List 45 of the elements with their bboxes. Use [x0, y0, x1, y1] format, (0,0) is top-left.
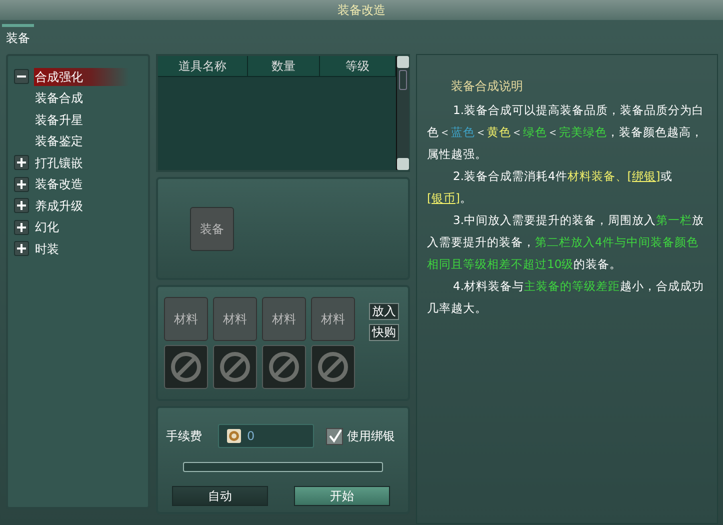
tree-item[interactable]: 装备合成 [34, 89, 87, 108]
tab[interactable]: 装备 [2, 24, 34, 50]
tree-item[interactable]: 养成升级 [34, 196, 87, 215]
locked-slot-icon [164, 345, 208, 389]
checkbox[interactable] [326, 428, 343, 444]
window-title: 装备改造 [338, 2, 386, 19]
column-header: 道具名称 [158, 56, 248, 76]
material-slot[interactable]: 材料 [213, 297, 257, 341]
coin-icon [227, 429, 241, 443]
tree-item[interactable]: 打孔镶嵌 [34, 154, 87, 172]
scrollbar[interactable] [396, 56, 409, 170]
locked-slot-icon [262, 345, 306, 389]
expand-icon[interactable] [14, 155, 29, 170]
material-slot[interactable]: 材料 [311, 297, 355, 341]
checkbox-label: 使用绑银 [347, 428, 395, 445]
expand-icon[interactable] [14, 176, 29, 192]
expand-icon[interactable] [14, 241, 29, 256]
description-paragraph: 3.中间放入需要提升的装备，周围放入第一栏放入需要提升的装备，第二栏放入4件与中间装备颜色相同且等级相差不超过10级的装备。 [427, 212, 705, 273]
column-header: 数量 [248, 56, 320, 76]
fee-label: 手续费 [166, 428, 202, 445]
description-paragraph: 4.材料装备与主装备的等级差距越小，合成成功几率越大。 [427, 278, 705, 317]
tree-item[interactable]: 装备升星 [34, 110, 87, 129]
locked-slot-icon [311, 345, 355, 389]
collapse-icon[interactable] [14, 69, 29, 84]
description-paragraph: 1.装备合成可以提高装备品质，装备品质分为白色＜蓝色＜黄色＜绿色＜完美绿色，装备颜色越高，属性越强。 [427, 102, 705, 163]
auto-button[interactable]: 自动 [172, 486, 268, 506]
tree-item[interactable]: 合成强化 [34, 68, 129, 86]
description-paragraph: 2.装备合成需消耗4件材料装备、[绑银]或 [银币]。 [427, 168, 674, 207]
tree-item[interactable]: 装备改造 [34, 175, 87, 194]
locked-slot-icon [213, 345, 257, 389]
description-title: 装备合成说明 [451, 78, 524, 95]
link[interactable]: [银币] [427, 191, 460, 205]
material-button[interactable]: 放入 [369, 303, 399, 320]
material-slot[interactable]: 材料 [262, 297, 306, 341]
tree-item[interactable]: 幻化 [34, 218, 63, 236]
link[interactable]: [绑银] [627, 169, 660, 183]
fee-value: 0 [247, 428, 255, 445]
equipment-slot[interactable]: 装备 [190, 207, 234, 251]
expand-icon[interactable] [14, 198, 29, 214]
material-button[interactable]: 快购 [369, 324, 399, 341]
tree-item[interactable]: 装备鉴定 [34, 132, 87, 150]
expand-icon[interactable] [14, 220, 29, 235]
tree-item[interactable]: 时装 [34, 240, 63, 258]
start-button[interactable]: 开始 [294, 486, 390, 506]
material-slot[interactable]: 材料 [164, 297, 208, 341]
